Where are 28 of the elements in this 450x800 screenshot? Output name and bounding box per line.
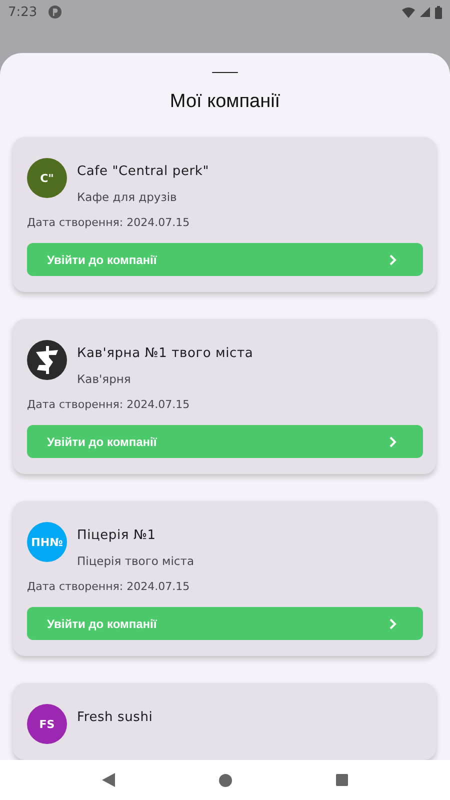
company-name: Кав'ярна №1 твого міста	[77, 346, 254, 361]
chevron-right-icon	[389, 254, 397, 266]
signal-icon	[420, 7, 430, 17]
clock: 7:23	[8, 4, 38, 20]
creation-date: Дата створення: 2024.07.15	[27, 216, 191, 229]
app-notification-icon	[48, 5, 62, 19]
creation-date: Дата створення: 2024.07.15	[27, 580, 191, 593]
company-name: Fresh sushi	[77, 710, 153, 725]
company-avatar: C"	[27, 158, 67, 198]
company-name: Cafe "Central perk"	[77, 164, 209, 179]
company-description: Кафе для друзів	[77, 190, 178, 204]
chevron-right-icon	[389, 436, 397, 448]
chevron-right-icon	[389, 618, 397, 630]
enter-company-button[interactable]: Увійти до компанії	[27, 607, 423, 640]
company-avatar: ПН№	[27, 522, 67, 562]
enter-company-button[interactable]: Увійти до компанії	[27, 425, 423, 458]
back-icon[interactable]	[102, 773, 115, 787]
wifi-icon	[402, 6, 415, 18]
sheet-title: Мої компанії	[170, 91, 280, 113]
company-description: Кав'ярня	[77, 372, 132, 386]
company-avatar: FS	[27, 704, 67, 744]
company-description: Піцерія твого міста	[77, 554, 194, 568]
home-icon[interactable]	[219, 774, 232, 786]
battery-icon	[435, 6, 442, 18]
enter-company-button[interactable]: Увійти до компанії	[27, 243, 423, 276]
drag-handle[interactable]	[212, 72, 238, 73]
company-name: Піцерія №1	[77, 528, 157, 543]
creation-date: Дата створення: 2024.07.15	[27, 398, 191, 411]
